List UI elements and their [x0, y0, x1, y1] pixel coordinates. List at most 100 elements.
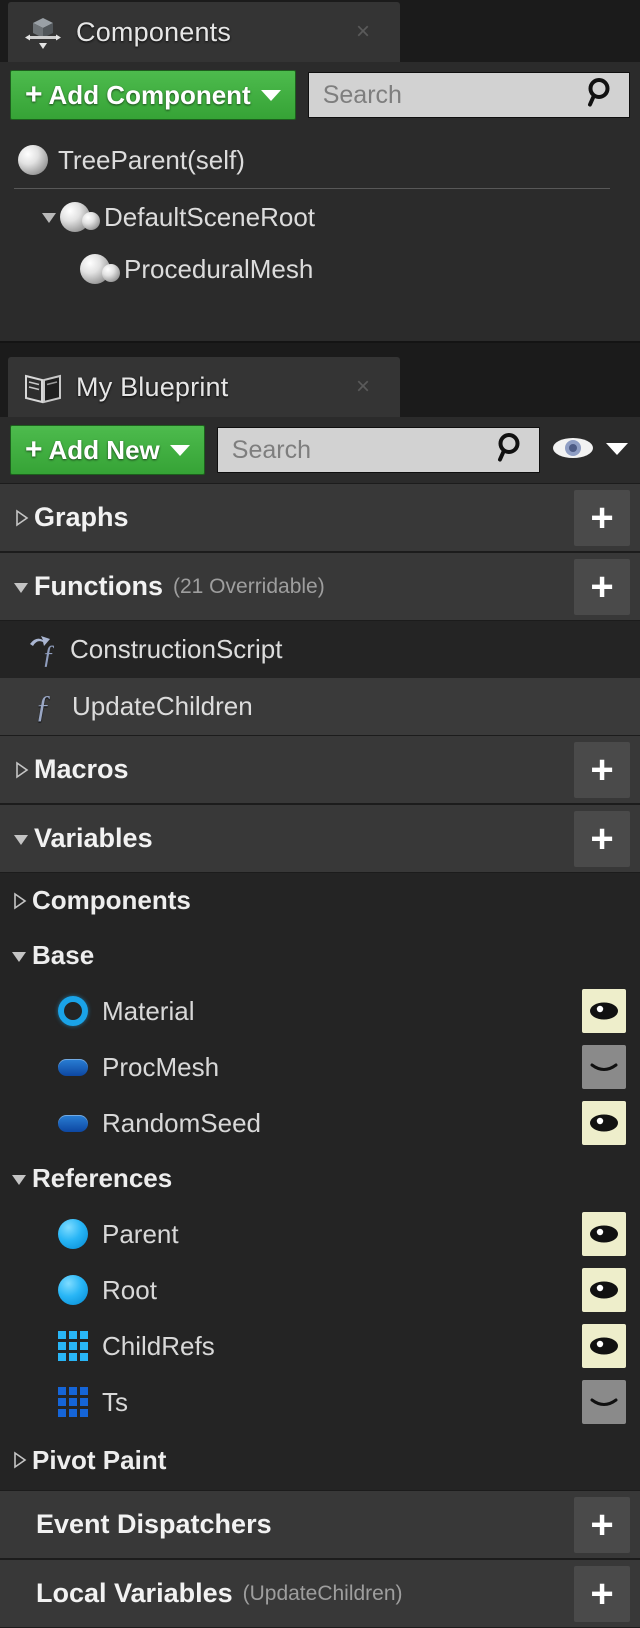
sphere-icon	[18, 145, 48, 175]
section-variables[interactable]: Variables +	[0, 804, 640, 873]
expander-triangle-closed-icon[interactable]	[8, 1449, 30, 1471]
components-search-placeholder: Search	[322, 80, 402, 109]
search-icon	[583, 76, 617, 115]
struct-icon	[58, 1114, 88, 1132]
eye-icon[interactable]	[550, 433, 596, 468]
expander-triangle-open-icon[interactable]	[8, 1168, 30, 1190]
plus-icon: +	[590, 564, 614, 609]
variable-category-references[interactable]: References	[0, 1151, 640, 1206]
section-functions-label: Functions	[34, 571, 163, 601]
my-blueprint-tabstrip: My Blueprint ×	[0, 355, 640, 417]
close-icon[interactable]: ×	[356, 375, 370, 399]
construction-script-icon: ƒ	[26, 630, 66, 670]
variable-row-ts[interactable]: Ts	[0, 1374, 640, 1430]
visibility-eye-icon[interactable]	[582, 1101, 626, 1145]
variable-label: Parent	[102, 1218, 179, 1249]
components-toolbar: + Add Component Search	[0, 62, 640, 128]
list-item-label: UpdateChildren	[72, 691, 253, 721]
variable-category-components[interactable]: Components	[0, 873, 640, 928]
my-blueprint-panel: My Blueprint × + Add New Search Graphs +…	[0, 355, 640, 1628]
visibility-eye-icon[interactable]	[582, 989, 626, 1033]
tree-row-treeparent[interactable]: TreeParent(self)	[0, 134, 640, 186]
add-new-label: Add New	[48, 434, 160, 465]
add-function-button[interactable]: +	[574, 558, 630, 615]
section-event-dispatchers[interactable]: Event Dispatchers +	[0, 1490, 640, 1559]
list-item-constructionscript[interactable]: ƒ ConstructionScript	[0, 621, 640, 678]
add-component-label: Add Component	[48, 79, 251, 110]
components-panel: Components × + Add Component Search Tree…	[0, 0, 640, 341]
tree-separator	[14, 188, 610, 189]
section-macros[interactable]: Macros +	[0, 735, 640, 804]
variable-row-randomseed[interactable]: RandomSeed	[0, 1095, 640, 1151]
variable-label: ChildRefs	[102, 1330, 215, 1361]
section-local-variables-scope: (UpdateChildren)	[242, 1581, 403, 1605]
chevron-down-icon[interactable]	[604, 438, 630, 463]
visibility-eye-icon[interactable]	[582, 1212, 626, 1256]
variable-label: Ts	[102, 1386, 128, 1417]
visibility-eye-closed-icon[interactable]	[582, 1380, 626, 1424]
add-graph-button[interactable]: +	[574, 489, 630, 546]
variable-category-label: References	[32, 1163, 173, 1193]
variable-row-parent[interactable]: Parent	[0, 1206, 640, 1262]
tree-row-label: TreeParent(self)	[58, 144, 245, 175]
variable-label: Root	[102, 1274, 157, 1305]
plus-icon: +	[25, 78, 43, 111]
my-blueprint-search-placeholder: Search	[231, 435, 311, 464]
scene-component-icon	[60, 202, 100, 232]
components-search-input[interactable]: Search	[307, 72, 630, 118]
close-icon[interactable]: ×	[356, 20, 370, 44]
plus-icon: +	[590, 747, 614, 792]
variable-category-pivot-paint[interactable]: Pivot Paint	[0, 1430, 640, 1490]
variable-category-label: Base	[32, 940, 95, 970]
visibility-eye-closed-icon[interactable]	[582, 1045, 626, 1089]
chevron-down-icon	[260, 89, 281, 101]
variable-row-procmesh[interactable]: ProcMesh	[0, 1039, 640, 1095]
object-ref-icon	[58, 996, 88, 1026]
expander-triangle-open-icon[interactable]	[38, 206, 60, 228]
plus-icon: +	[590, 1502, 614, 1547]
tree-row-proceduralmesh[interactable]: ProceduralMesh	[0, 243, 640, 295]
plus-icon: +	[590, 1571, 614, 1616]
visibility-eye-icon[interactable]	[582, 1324, 626, 1368]
section-graphs-label: Graphs	[34, 502, 129, 532]
svg-text:ƒ: ƒ	[42, 640, 55, 669]
scene-component-icon	[80, 254, 120, 284]
my-blueprint-search-input[interactable]: Search	[216, 427, 540, 473]
expander-triangle-closed-icon[interactable]	[8, 890, 30, 912]
variable-label: ProcMesh	[102, 1051, 220, 1082]
tab-components[interactable]: Components ×	[8, 2, 400, 62]
add-macro-button[interactable]: +	[574, 741, 630, 798]
add-event-dispatcher-button[interactable]: +	[574, 1496, 630, 1553]
section-graphs[interactable]: Graphs +	[0, 483, 640, 552]
components-gizmo-icon	[22, 11, 64, 53]
variable-category-base[interactable]: Base	[0, 928, 640, 983]
array-icon	[58, 1331, 88, 1361]
visibility-eye-icon[interactable]	[582, 1268, 626, 1312]
expander-triangle-open-icon[interactable]	[10, 576, 32, 598]
object-icon	[58, 1219, 88, 1249]
object-icon	[58, 1275, 88, 1305]
list-item-updatechildren[interactable]: ƒ UpdateChildren	[0, 678, 640, 735]
section-macros-label: Macros	[34, 754, 129, 784]
add-variable-button[interactable]: +	[574, 810, 630, 867]
variable-row-root[interactable]: Root	[0, 1262, 640, 1318]
expander-triangle-open-icon[interactable]	[10, 828, 32, 850]
tab-my-blueprint-label: My Blueprint	[76, 371, 229, 402]
components-tabstrip: Components ×	[0, 0, 640, 62]
my-blueprint-toolbar: + Add New Search	[0, 417, 640, 483]
component-tree: TreeParent(self) DefaultSceneRoot Proced…	[0, 128, 640, 341]
expander-triangle-open-icon[interactable]	[8, 945, 30, 967]
tree-row-label: ProceduralMesh	[124, 253, 314, 284]
add-new-button[interactable]: + Add New	[10, 425, 205, 475]
add-component-button[interactable]: + Add Component	[10, 70, 296, 120]
add-local-variable-button[interactable]: +	[574, 1565, 630, 1622]
expander-triangle-closed-icon[interactable]	[10, 759, 32, 781]
section-functions[interactable]: Functions (21 Overridable) +	[0, 552, 640, 621]
chevron-down-icon	[169, 444, 190, 456]
tree-row-defaultsceneroot[interactable]: DefaultSceneRoot	[0, 191, 640, 243]
variable-row-childrefs[interactable]: ChildRefs	[0, 1318, 640, 1374]
tab-my-blueprint[interactable]: My Blueprint ×	[8, 357, 400, 417]
variable-row-material[interactable]: Material	[0, 983, 640, 1039]
expander-triangle-closed-icon[interactable]	[10, 507, 32, 529]
section-local-variables[interactable]: Local Variables (UpdateChildren) +	[0, 1559, 640, 1628]
